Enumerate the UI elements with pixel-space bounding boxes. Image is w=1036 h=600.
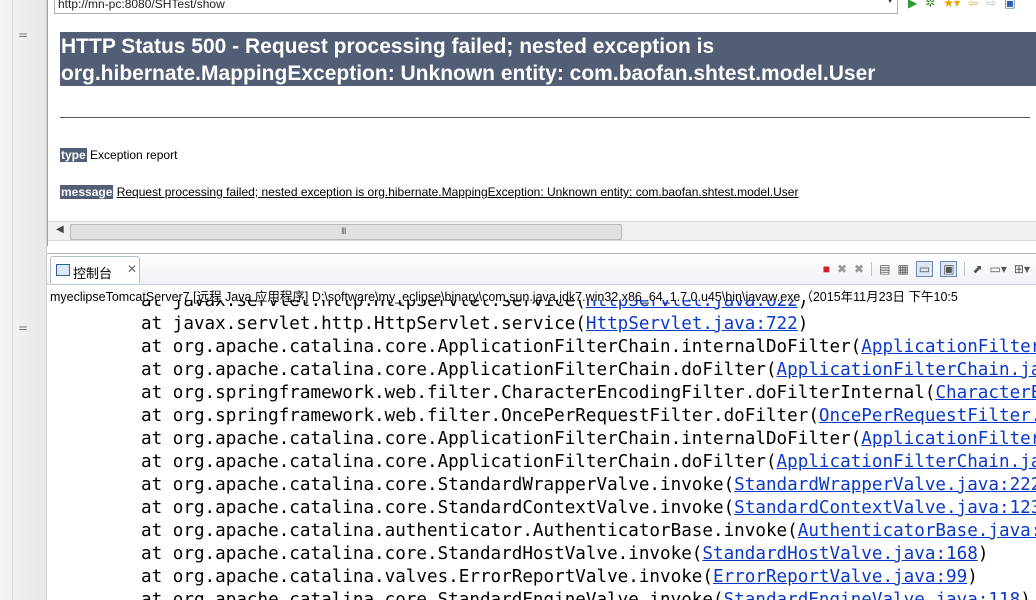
show-on-output-icon[interactable]: ▣ xyxy=(940,261,958,277)
message-label: message xyxy=(60,185,114,199)
source-link[interactable]: ApplicationFilterChain.java:210 xyxy=(777,452,1036,472)
run-icon[interactable]: ▶ xyxy=(908,0,917,9)
type-row: type Exception report xyxy=(60,148,177,162)
gutter-divider xyxy=(12,0,13,600)
close-icon[interactable]: ✕ xyxy=(127,262,137,276)
stack-trace-line: at org.apache.catalina.core.StandardHost… xyxy=(141,544,988,564)
stack-trace-text: at org.apache.catalina.core.ApplicationF… xyxy=(141,452,777,472)
message-row: message Request processing failed; neste… xyxy=(60,185,798,199)
new-console-icon[interactable]: ⊞▾ xyxy=(1014,262,1030,276)
url-bar[interactable]: http://mn-pc:8080/SHTest/show ▼ xyxy=(54,0,898,14)
gear-icon[interactable]: ✲ xyxy=(925,0,935,9)
source-link[interactable]: ApplicationFilterChain.java:243 xyxy=(861,429,1036,449)
source-link[interactable]: StandardWrapperValve.java:222 xyxy=(734,475,1036,495)
tab-console[interactable]: 控制台 ✕ xyxy=(50,256,140,283)
source-link[interactable]: ApplicationFilterChain.java:210 xyxy=(777,360,1036,380)
stack-trace-line: at org.apache.catalina.core.StandardCont… xyxy=(141,498,1036,518)
back-icon[interactable]: ⇦ xyxy=(968,0,978,9)
stack-trace-text: at org.apache.catalina.authenticator.Aut… xyxy=(141,521,798,541)
scroll-grip: III xyxy=(341,226,346,236)
stack-trace-text: at org.apache.catalina.core.ApplicationF… xyxy=(141,360,777,380)
star-icon[interactable]: ★▾ xyxy=(943,0,960,9)
source-link[interactable]: StandardContextValve.java:123 xyxy=(734,498,1036,518)
stack-trace-line: at org.apache.catalina.core.ApplicationF… xyxy=(141,452,1036,472)
source-link[interactable]: ErrorReportValve.java:99 xyxy=(713,567,967,587)
stack-trace-text: at org.apache.catalina.core.ApplicationF… xyxy=(141,337,862,357)
sash-handle-bottom[interactable]: = xyxy=(18,322,28,334)
stack-trace-tail: ) xyxy=(1020,590,1031,600)
stack-trace-line: at org.apache.catalina.authenticator.Aut… xyxy=(141,521,1036,541)
stack-trace-tail: ) xyxy=(797,314,809,334)
console-output[interactable]: at javax.servlet.http.HttpServlet.servic… xyxy=(47,300,1036,600)
horizontal-scrollbar[interactable]: ◀ III xyxy=(48,221,1036,241)
stack-trace-tail: ) xyxy=(977,544,989,564)
stack-trace-text: at javax.servlet.http.HttpServlet.servic… xyxy=(141,300,586,311)
stack-trace-line: at org.apache.catalina.core.ApplicationF… xyxy=(141,429,1036,449)
console-tabbar: 控制台 ✕ ■ ✖ ✖ ▤ ▦ ▭ ▣ ⬈ ▭▾ ⊞▾ xyxy=(47,253,1036,285)
stack-trace-line: at org.springframework.web.filter.OncePe… xyxy=(141,406,1036,426)
source-link[interactable]: ApplicationFilterChain.java:305 xyxy=(861,337,1036,357)
source-link[interactable]: StandardEngineValve.java:118 xyxy=(724,590,1021,600)
stack-trace-tail: ) xyxy=(797,300,809,311)
source-link[interactable]: StandardHostValve.java:168 xyxy=(702,544,977,564)
forward-icon[interactable]: ⇨ xyxy=(986,0,996,9)
stack-trace-text: at org.apache.catalina.valves.ErrorRepor… xyxy=(141,567,713,587)
stack-trace-text: at org.apache.catalina.core.StandardHost… xyxy=(141,544,703,564)
stack-trace-text: at org.springframework.web.filter.Charac… xyxy=(141,383,936,403)
source-link[interactable]: CharacterEncodingFilter.java:88 xyxy=(935,383,1036,403)
chevron-down-icon[interactable]: ▼ xyxy=(885,0,895,6)
scroll-left-icon[interactable]: ◀ xyxy=(56,224,64,235)
stack-trace-tail: ) xyxy=(967,567,978,587)
toolbar-separator xyxy=(964,262,966,276)
stack-trace-text: at javax.servlet.http.HttpServlet.servic… xyxy=(141,314,586,334)
editor-left-gutter: = = xyxy=(0,0,47,600)
stack-trace-line: at org.apache.catalina.valves.ErrorRepor… xyxy=(141,567,978,587)
page-icon[interactable]: ▣ xyxy=(1004,0,1015,9)
toolbar-separator xyxy=(871,262,873,276)
stack-trace-text: at org.springframework.web.filter.OncePe… xyxy=(141,406,819,426)
browser-pane: http://mn-pc:8080/SHTest/show ▼ ▶ ✲ ★▾ ⇦… xyxy=(47,0,1036,246)
stack-trace-line: at javax.servlet.http.HttpServlet.servic… xyxy=(141,314,808,334)
console-icon xyxy=(56,264,70,276)
stack-trace-line: at org.apache.catalina.core.ApplicationF… xyxy=(141,360,1036,380)
stack-trace-line: at org.apache.catalina.core.StandardEngi… xyxy=(141,590,1031,600)
divider xyxy=(60,117,1030,118)
stack-trace-text: at org.apache.catalina.core.ApplicationF… xyxy=(141,429,862,449)
stack-trace-text: at org.apache.catalina.core.StandardCont… xyxy=(141,498,735,518)
pin-icon[interactable]: ⬈ xyxy=(972,262,982,276)
stack-trace-line: at javax.servlet.http.HttpServlet.servic… xyxy=(141,300,808,311)
source-link[interactable]: AuthenticatorBase.java:472 xyxy=(798,521,1036,541)
stack-trace-text: at org.apache.catalina.core.StandardWrap… xyxy=(141,475,735,495)
source-link[interactable]: HttpServlet.java:622 xyxy=(586,300,798,311)
clear-console-icon[interactable]: ▤ xyxy=(879,262,890,276)
stack-trace-line: at org.apache.catalina.core.ApplicationF… xyxy=(141,337,1036,357)
scroll-thumb[interactable]: III xyxy=(70,224,622,240)
stack-trace-line: at org.springframework.web.filter.Charac… xyxy=(141,383,1036,403)
stack-trace-text: at org.apache.catalina.core.StandardEngi… xyxy=(141,590,724,600)
console-toolbar: ■ ✖ ✖ ▤ ▦ ▭ ▣ ⬈ ▭▾ ⊞▾ xyxy=(823,261,1030,277)
source-link[interactable]: HttpServlet.java:722 xyxy=(586,314,798,334)
word-wrap-icon[interactable]: ▭ xyxy=(915,261,934,277)
message-value: Request processing failed; nested except… xyxy=(116,185,799,199)
display-console-icon[interactable]: ▭▾ xyxy=(990,262,1007,276)
remove-launch-icon[interactable]: ✖ xyxy=(837,262,847,276)
url-text[interactable]: http://mn-pc:8080/SHTest/show xyxy=(58,0,225,11)
remove-all-icon[interactable]: ✖ xyxy=(854,262,864,276)
source-link[interactable]: OncePerRequestFilter.java:107 xyxy=(819,406,1036,426)
stack-trace-line: at org.apache.catalina.core.StandardWrap… xyxy=(141,475,1036,495)
error-title: HTTP Status 500 - Request processing fai… xyxy=(61,35,876,85)
type-label: type xyxy=(60,148,87,162)
scroll-lock-icon[interactable]: ▦ xyxy=(897,262,908,276)
type-value: Exception report xyxy=(90,148,178,162)
browser-toolbar: ▶ ✲ ★▾ ⇦ ⇨ ▣ xyxy=(908,0,1016,12)
terminate-icon[interactable]: ■ xyxy=(823,262,830,276)
sash-handle-top[interactable]: = xyxy=(18,29,28,41)
tab-console-label: 控制台 xyxy=(73,267,113,282)
